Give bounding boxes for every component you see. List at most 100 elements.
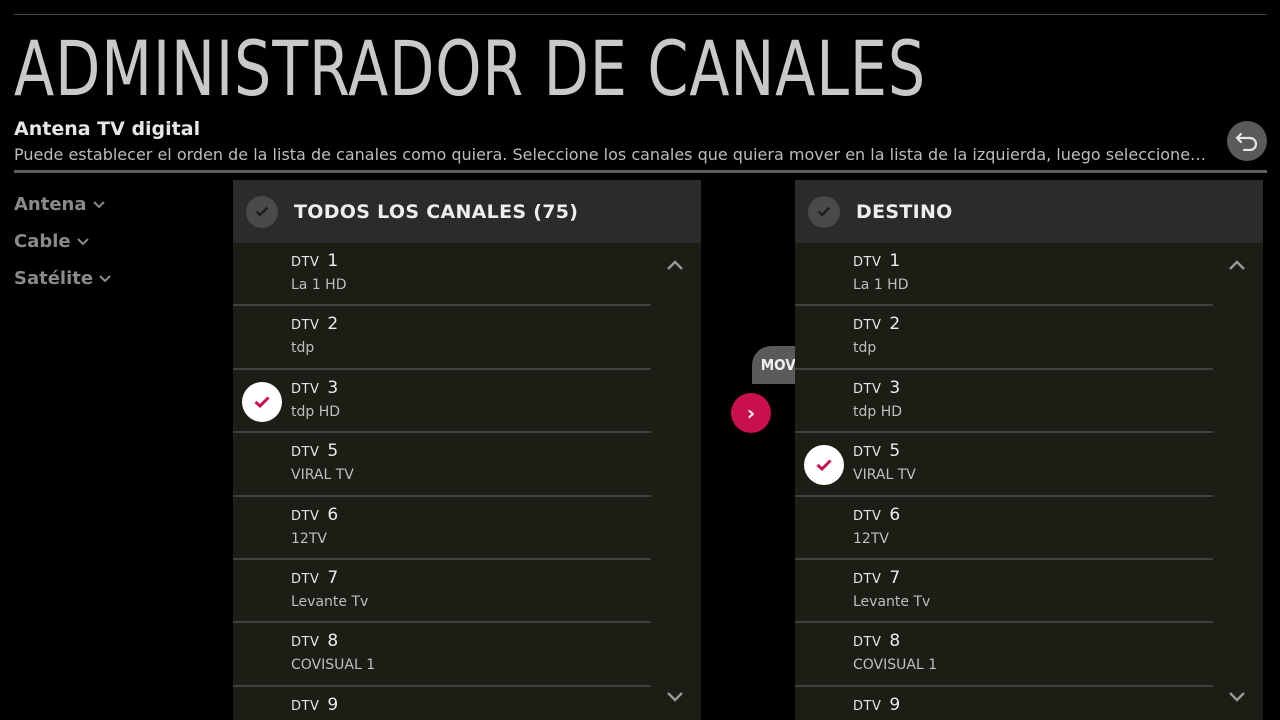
channel-type: DTV <box>853 635 882 651</box>
move-button[interactable]: › <box>731 393 771 433</box>
channel-row[interactable]: DTV 8 COVISUAL 1 <box>795 623 1213 687</box>
channel-type: DTV <box>853 698 882 714</box>
channel-row[interactable]: DTV 7 Levante Tv <box>233 560 651 624</box>
check-icon <box>254 396 270 408</box>
channel-name: Levante Tv <box>291 593 369 610</box>
channel-id: DTV 7 <box>853 568 900 588</box>
channel-row[interactable]: DTV 8 COVISUAL 1 <box>233 623 651 687</box>
chevron-down-icon[interactable] <box>667 692 683 702</box>
channel-name: tdp <box>853 340 877 357</box>
panel-title: DESTINO <box>856 200 953 223</box>
channel-number: 6 <box>327 504 339 525</box>
channel-name: 12TV <box>291 530 327 547</box>
channel-id: DTV 3 <box>853 378 900 398</box>
channel-id: DTV 9 <box>291 695 338 715</box>
chevron-down-icon[interactable] <box>1229 692 1245 702</box>
chevron-up-icon[interactable] <box>667 260 683 270</box>
check-icon <box>817 206 831 217</box>
channel-id: DTV 5 <box>291 441 338 461</box>
channel-id: DTV 6 <box>291 505 338 525</box>
channel-type: DTV <box>291 318 320 334</box>
channel-number: 5 <box>327 441 339 462</box>
select-all-checkbox[interactable] <box>808 195 840 228</box>
channel-row[interactable]: DTV 2 tdp <box>233 306 651 370</box>
selected-check <box>242 381 282 422</box>
channel-row[interactable]: DTV 3 tdp HD <box>233 370 651 434</box>
channel-number: 7 <box>327 567 339 588</box>
check-icon <box>255 206 269 217</box>
channel-type: DTV <box>291 571 320 587</box>
channel-number: 1 <box>889 251 901 271</box>
chevron-right-icon: › <box>746 401 756 425</box>
channel-row[interactable]: DTV 7 Levante Tv <box>795 560 1213 624</box>
channel-row[interactable]: DTV 1 La 1 HD <box>233 243 651 307</box>
channel-name: Levante Tv <box>853 593 931 610</box>
sidebar-item-antena[interactable]: Antena <box>14 186 111 223</box>
sidebar-item-label: Antena <box>14 194 87 215</box>
channel-number: 9 <box>327 694 339 715</box>
channel-id: DTV 1 <box>853 251 900 271</box>
channel-row[interactable]: DTV 2 tdp <box>795 306 1213 370</box>
channel-id: DTV 1 <box>291 251 338 271</box>
channel-id: DTV 8 <box>853 631 900 651</box>
channel-type: DTV <box>291 508 320 524</box>
channel-type: DTV <box>853 571 882 587</box>
back-button[interactable] <box>1227 121 1267 161</box>
channel-type: DTV <box>853 445 882 461</box>
top-divider <box>14 14 1267 15</box>
destination-header: DESTINO <box>795 180 1263 243</box>
all-channels-panel: TODOS LOS CANALES (75) DTV 1 La 1 HD DTV 2 td… <box>233 180 701 720</box>
channel-name: tdp <box>291 340 315 357</box>
instructions-text: Puede establecer el orden de la lista de… <box>14 145 1209 164</box>
channel-id: DTV 9 <box>853 695 900 715</box>
channel-number: 1 <box>327 251 339 271</box>
channel-row[interactable]: DTV 9 <box>233 687 651 720</box>
channel-type: DTV <box>291 445 320 461</box>
channel-number: 8 <box>889 631 901 652</box>
channel-name: VIRAL TV <box>853 467 916 484</box>
channel-number: 2 <box>327 314 339 335</box>
channel-number: 9 <box>889 694 901 715</box>
channel-name: tdp HD <box>291 403 341 420</box>
channel-list: DTV 1 La 1 HD DTV 2 tdp DTV 3 tdp HD DTV 5 VIRAL TV… <box>233 243 651 720</box>
channel-type: DTV <box>291 381 320 397</box>
channel-row[interactable]: DTV 9 <box>795 687 1213 720</box>
channel-type: DTV <box>853 318 882 334</box>
check-icon <box>816 459 832 472</box>
channel-number: 3 <box>889 377 901 398</box>
source-subtitle: Antena TV digital <box>14 118 201 140</box>
channel-name: tdp HD <box>853 403 903 420</box>
channel-number: 8 <box>327 631 339 652</box>
header-divider <box>14 170 1267 173</box>
channel-id: DTV 2 <box>853 314 900 334</box>
channel-name: COVISUAL 1 <box>291 657 376 674</box>
back-arrow-icon <box>1235 132 1258 151</box>
destination-panel: DESTINO DTV 1 La 1 HD DTV 2 tdp DTV 3 tdp HD DTV 5… <box>795 180 1263 720</box>
channel-row[interactable]: DTV 3 tdp HD <box>795 370 1213 434</box>
channel-id: DTV 3 <box>291 378 338 398</box>
select-all-checkbox[interactable] <box>246 195 278 228</box>
channel-name: La 1 HD <box>291 277 347 293</box>
channel-id: DTV 8 <box>291 631 338 651</box>
panel-title: TODOS LOS CANALES (75) <box>294 200 579 223</box>
chevron-down-icon <box>92 200 105 208</box>
channel-id: DTV 6 <box>853 505 900 525</box>
channel-row[interactable]: DTV 5 VIRAL TV <box>795 433 1213 497</box>
sidebar-item-label: Cable <box>14 231 71 252</box>
channel-row[interactable]: DTV 6 12TV <box>233 497 651 560</box>
page-title: ADMINISTRADOR DE CANALES <box>14 26 927 106</box>
channel-row[interactable]: DTV 6 12TV <box>795 497 1213 560</box>
all-channels-header: TODOS LOS CANALES (75) <box>233 180 701 243</box>
channel-name: La 1 HD <box>853 277 909 293</box>
sidebar-item-satelite[interactable]: Satélite <box>14 260 111 297</box>
chevron-down-icon <box>99 274 111 282</box>
channel-id: DTV 7 <box>291 568 338 588</box>
channel-number: 7 <box>889 567 901 588</box>
chevron-up-icon[interactable] <box>1229 260 1245 270</box>
channel-name: COVISUAL 1 <box>853 657 938 674</box>
channel-row[interactable]: DTV 5 VIRAL TV <box>233 433 651 497</box>
channel-row[interactable]: DTV 1 La 1 HD <box>795 243 1213 307</box>
sidebar-item-cable[interactable]: Cable <box>14 223 111 260</box>
channel-type: DTV <box>291 255 320 270</box>
channel-number: 5 <box>889 441 901 462</box>
